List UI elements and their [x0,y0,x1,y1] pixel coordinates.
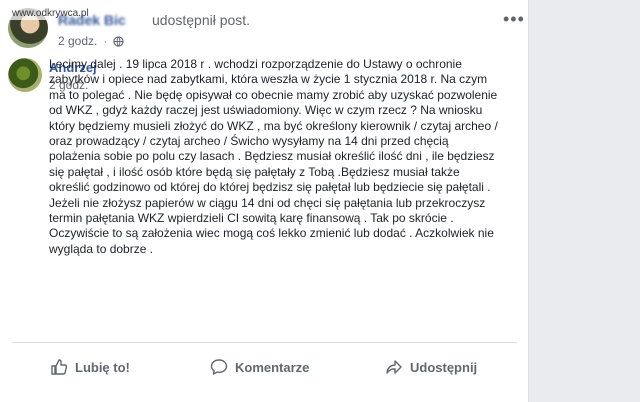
post-text-line: określić godzinowo od której do której b… [49,180,491,195]
post-card: www.odkrywca.pl Radek Bic udostępnił pos… [0,0,529,402]
post-text-line: oraz prowadzący / czytaj archeo / Świcho… [49,134,449,149]
post-text-line: od WKZ , gdyż każdy raczej jest uświadom… [49,103,483,118]
post-text-line: zabytków i opiece nad zabytkami, która w… [49,72,488,87]
action-bar: Lubię to! Komentarze Udostępnij [0,350,529,384]
comment-label: Komentarze [235,359,310,375]
more-options-icon[interactable]: ••• [503,10,525,28]
globe-icon[interactable] [113,35,125,47]
post-text-line: się pałętał , i ilość osób które będą si… [49,164,460,179]
comment-button[interactable]: Komentarze [210,350,309,384]
post-text-line: Jeżeli nie złożysz papierów w ciągu 14 d… [49,195,486,210]
like-button[interactable]: Lubię to! [50,350,130,384]
author-name-link[interactable]: Radek Bic [58,12,126,28]
shared-author-avatar[interactable] [8,58,42,92]
page-background [530,0,640,402]
post-text-line: Oczywiście to są założenia wiec mogą coś… [49,226,494,241]
like-label: Lubię to! [75,359,130,375]
post-text-line: Lecimy dalej . 19 lipca 2018 r . wchodzi… [49,57,462,71]
post-text-line: który będziemy musieli złożyć do WKZ , m… [49,118,498,133]
post-text-line: termin pałętania WKZ wpierdzieli CI sowi… [49,211,454,226]
actions-divider [12,342,517,343]
post-text-line: ma to polegać . Nie będę opisywał co obe… [49,87,498,102]
share-arrow-icon [386,360,402,374]
timestamp-link[interactable]: 2 godz. [58,34,97,48]
post-text-line: polażenia sobie po polu czy lasach . Będ… [49,149,495,164]
post-header: www.odkrywca.pl Radek Bic udostępnił pos… [0,0,529,56]
thumbs-up-icon [51,359,68,375]
speech-bubble-icon [210,359,228,375]
share-label: Udostępnij [410,359,478,375]
post-text-line: wygląda to dobrze . [49,241,154,256]
separator-dot: · [103,34,108,48]
post-body-text: Lecimy dalej . 19 lipca 2018 r . wchodzi… [49,57,524,257]
post-meta: 2 godz. · [58,34,125,48]
share-action-text: udostępnił post. [152,12,251,28]
share-button[interactable]: Udostępnij [385,350,477,384]
